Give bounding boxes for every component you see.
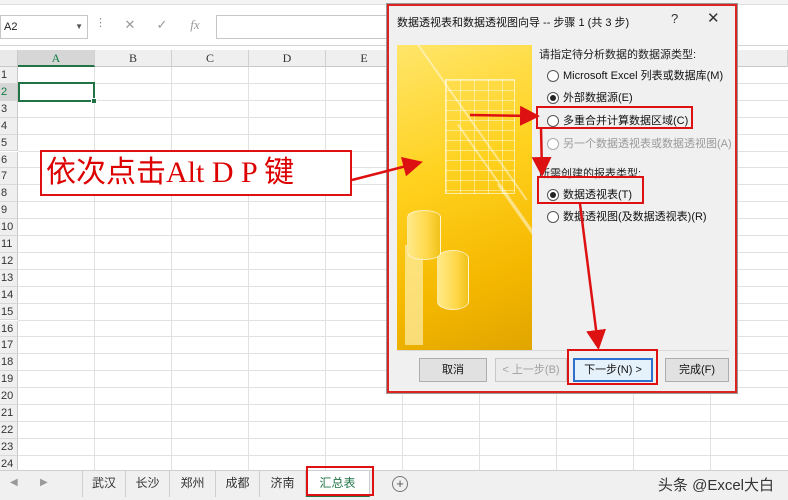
cancel-button[interactable]: 取消	[419, 358, 487, 382]
sheet-tab-chengdu[interactable]: 成都	[216, 471, 260, 497]
sheet-tab-zhengzhou[interactable]: 郑州	[170, 471, 216, 497]
source-section-label: 请指定待分析数据的数据源类型:	[539, 49, 697, 61]
column-header-d[interactable]: D	[249, 50, 326, 67]
row-header-6[interactable]: 6	[0, 151, 18, 169]
column-gridline	[248, 67, 249, 470]
sheet-tab-bar: ◀ ▶ 武汉 长沙 郑州 成都 济南 汇总表 + 头条 @Excel大白	[0, 470, 788, 500]
row-header-9[interactable]: 9	[0, 202, 18, 220]
row-header-19[interactable]: 19	[0, 371, 18, 389]
row-gridline	[18, 437, 788, 439]
add-sheet-icon[interactable]: +	[392, 476, 408, 492]
fx-icon[interactable]: fx	[185, 17, 205, 33]
column-header-c[interactable]: C	[172, 50, 249, 67]
wizard-illustration	[397, 45, 532, 350]
sheet-tab-changsha[interactable]: 长沙	[126, 471, 170, 497]
row-header-11[interactable]: 11	[0, 236, 18, 253]
row-header-7[interactable]: 7	[0, 168, 18, 186]
row-header-17[interactable]: 17	[0, 337, 18, 355]
watermark: 头条 @Excel大白	[657, 477, 774, 494]
row-header-3[interactable]: 3	[0, 100, 18, 118]
row-header-8[interactable]: 8	[0, 185, 18, 203]
highlight-next-button	[567, 349, 658, 385]
more-icon: ⋮	[95, 17, 106, 29]
row-header-24[interactable]: 24	[0, 455, 18, 470]
row-header-18[interactable]: 18	[0, 354, 18, 372]
column-header-b[interactable]: B	[95, 50, 172, 67]
highlight-multiple-ranges	[536, 106, 693, 129]
name-box-value: A2	[4, 21, 18, 33]
tab-next-icon[interactable]: ▶	[40, 477, 48, 488]
row-header-12[interactable]: 12	[0, 252, 18, 270]
dialog-title: 数据透视表和数据透视图向导 -- 步骤 1 (共 3 步)	[397, 17, 630, 29]
dialog-separator	[397, 350, 729, 351]
row-header-23[interactable]: 23	[0, 438, 18, 456]
sheet-tab-wuhan[interactable]: 武汉	[82, 471, 126, 497]
row-header-2[interactable]: 2	[0, 83, 18, 101]
column-gridline	[171, 67, 172, 470]
enter-icon[interactable]: ✓	[152, 17, 172, 33]
radio-another-pivot	[547, 138, 559, 150]
highlight-pivot-table	[537, 176, 644, 204]
chevron-down-icon[interactable]: ▼	[75, 16, 83, 38]
fill-handle[interactable]	[91, 98, 97, 104]
row-header-5[interactable]: 5	[0, 134, 18, 152]
back-button: < 上一步(B)	[495, 358, 567, 382]
row-header-22[interactable]: 22	[0, 421, 18, 439]
row-header-4[interactable]: 4	[0, 117, 18, 135]
highlight-summary-tab	[306, 466, 374, 496]
name-box[interactable]: A2 ▼	[0, 15, 88, 39]
active-cell-a2[interactable]	[18, 82, 97, 104]
shortcut-annotation: 依次点击Alt D P 键	[40, 150, 352, 196]
row-gridline	[18, 404, 788, 405]
row-gridline	[18, 454, 788, 456]
formula-input[interactable]	[216, 15, 391, 39]
row-header-21[interactable]: 21	[0, 405, 18, 422]
row-header-1[interactable]: 1	[0, 67, 18, 84]
finish-button[interactable]: 完成(F)	[665, 358, 729, 382]
select-all-corner[interactable]	[0, 50, 18, 67]
help-icon[interactable]: ?	[671, 11, 678, 26]
close-icon[interactable]: ✕	[707, 9, 720, 27]
row-header-15[interactable]: 15	[0, 303, 18, 321]
column-gridline	[94, 67, 95, 470]
row-header-16[interactable]: 16	[0, 320, 18, 338]
column-header-a[interactable]: A	[18, 50, 95, 67]
row-gridline	[18, 420, 788, 422]
row-header-20[interactable]: 20	[0, 388, 18, 405]
column-gridline	[325, 67, 326, 470]
cancel-icon[interactable]: ✕	[120, 17, 140, 33]
row-header-10[interactable]: 10	[0, 219, 18, 236]
row-header-14[interactable]: 14	[0, 286, 18, 304]
sheet-tab-jinan[interactable]: 济南	[260, 471, 306, 497]
row-header-13[interactable]: 13	[0, 269, 18, 287]
radio-excel-list[interactable]	[547, 70, 559, 82]
tab-prev-icon[interactable]: ◀	[10, 477, 18, 488]
radio-external-source[interactable]	[547, 92, 559, 104]
radio-pivot-chart[interactable]	[547, 211, 559, 223]
